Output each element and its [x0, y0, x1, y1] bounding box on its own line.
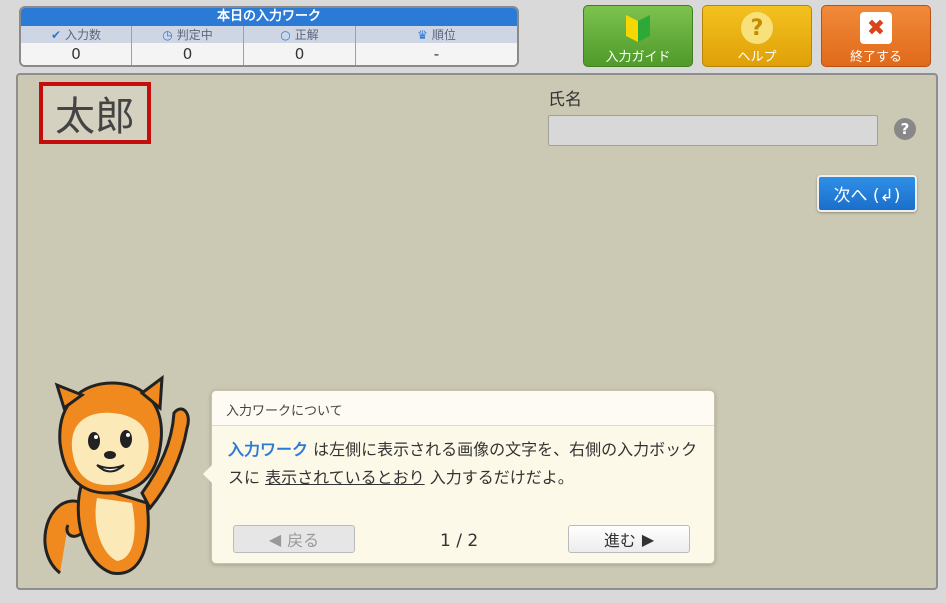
dialog-text-2: 入力するだけだよ。 — [424, 468, 574, 487]
dialog-underlined: 表示されているとおり — [265, 468, 425, 487]
name-input[interactable] — [548, 115, 878, 146]
daily-stats-panel: 本日の入力ワーク ✔ 入力数 ◷ 判定中 ○ 正解 ♛ 順位 0 0 0 - — [19, 6, 519, 67]
squirrel-mascot-icon — [43, 374, 190, 575]
page-indicator: 1 / 2 — [440, 531, 479, 551]
circle-icon: ○ — [280, 27, 291, 42]
clock-icon: ◷ — [162, 27, 173, 42]
stats-value-correct: 0 — [244, 43, 356, 65]
stats-header-correct: ○ 正解 — [244, 26, 356, 43]
question-icon: ? — [741, 12, 773, 44]
triangle-right-icon: ▶ — [641, 529, 655, 549]
stats-header-input-count: ✔ 入力数 — [21, 26, 132, 43]
input-guide-button[interactable]: 入力ガイド — [583, 5, 693, 67]
dialog-forward-button[interactable]: 進む ▶ — [568, 525, 690, 553]
close-icon: ✖ — [860, 12, 892, 44]
field-help-icon[interactable]: ? — [894, 118, 916, 140]
name-field-label: 氏名 — [548, 90, 582, 110]
stats-value-input-count: 0 — [21, 43, 132, 65]
work-area: 太郎 氏名 ? 次へ (↲) 入力ワークについて 入力ワーク は左側に表示される… — [16, 73, 938, 590]
stats-header-rank: ♛ 順位 — [417, 27, 456, 43]
dialog-body: 入力ワーク は左側に表示される画像の文字を、右側の入力ボックスに 表示されている… — [212, 426, 714, 502]
stats-value-rank: - — [433, 45, 440, 63]
crown-icon: ♛ — [417, 27, 428, 42]
stats-header-judging: ◷ 判定中 — [132, 26, 244, 43]
tutorial-dialog: 入力ワークについて 入力ワーク は左側に表示される画像の文字を、右側の入力ボック… — [203, 390, 715, 564]
triangle-left-icon: ◀ — [268, 529, 282, 549]
dialog-back-button[interactable]: ◀ 戻る — [233, 525, 355, 553]
sample-image-text: 太郎 — [39, 82, 151, 144]
beginner-mark-icon — [622, 12, 654, 44]
exit-button[interactable]: ✖ 終了する — [821, 5, 931, 67]
next-button[interactable]: 次へ (↲) — [817, 175, 917, 212]
stats-value-judging: 0 — [132, 43, 244, 65]
dialog-highlight: 入力ワーク — [228, 440, 309, 459]
dialog-title: 入力ワークについて — [212, 391, 714, 426]
stats-title: 本日の入力ワーク — [21, 8, 517, 26]
help-button[interactable]: ? ヘルプ — [702, 5, 812, 67]
dialog-pager: ◀ 戻る 1 / 2 進む ▶ — [212, 525, 714, 555]
check-icon: ✔ — [50, 27, 62, 42]
